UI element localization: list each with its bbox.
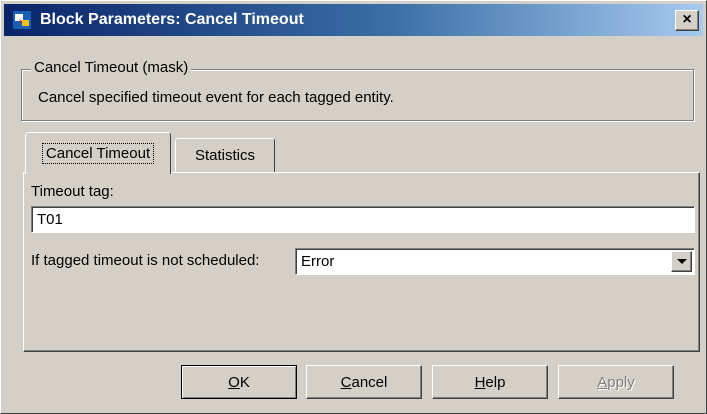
close-icon: × (682, 11, 692, 28)
timeout-tag-input[interactable] (31, 206, 695, 233)
ok-mnemonic: O (228, 373, 240, 391)
window-title: Block Parameters: Cancel Timeout (40, 11, 304, 28)
apply-label: pply (607, 373, 635, 391)
chevron-down-icon (676, 258, 687, 264)
help-mnemonic: H (474, 373, 486, 391)
dropdown-button[interactable] (671, 251, 692, 272)
ok-button[interactable]: OK (181, 365, 297, 399)
ok-label: K (239, 373, 250, 391)
tab-label: Cancel Timeout (41, 143, 155, 164)
apply-button[interactable]: Apply (558, 365, 674, 399)
timeout-tag-label: Timeout tag: (31, 183, 114, 200)
cancel-button[interactable]: Cancel (306, 365, 422, 399)
tab-cancel-timeout[interactable]: Cancel Timeout (25, 132, 171, 174)
tab-label: Statistics (194, 147, 255, 164)
title-bar[interactable]: Block Parameters: Cancel Timeout × (4, 4, 703, 36)
tab-statistics[interactable]: Statistics (175, 138, 275, 172)
not-scheduled-label: If tagged timeout is not scheduled: (31, 252, 260, 269)
help-button[interactable]: Help (432, 365, 548, 399)
not-scheduled-select[interactable]: Error (295, 248, 695, 275)
help-label: elp (485, 373, 506, 391)
cancel-mnemonic: C (340, 373, 352, 391)
apply-mnemonic: A (597, 373, 608, 391)
dialog-window: Block Parameters: Cancel Timeout × Cance… (0, 0, 707, 414)
mask-description: Cancel specified timeout event for each … (38, 89, 394, 106)
simulink-block-icon (12, 10, 32, 30)
mask-group-title: Cancel Timeout (mask) (31, 59, 192, 76)
select-value: Error (301, 253, 335, 270)
close-button[interactable]: × (675, 9, 699, 31)
cancel-label: ancel (351, 373, 388, 391)
